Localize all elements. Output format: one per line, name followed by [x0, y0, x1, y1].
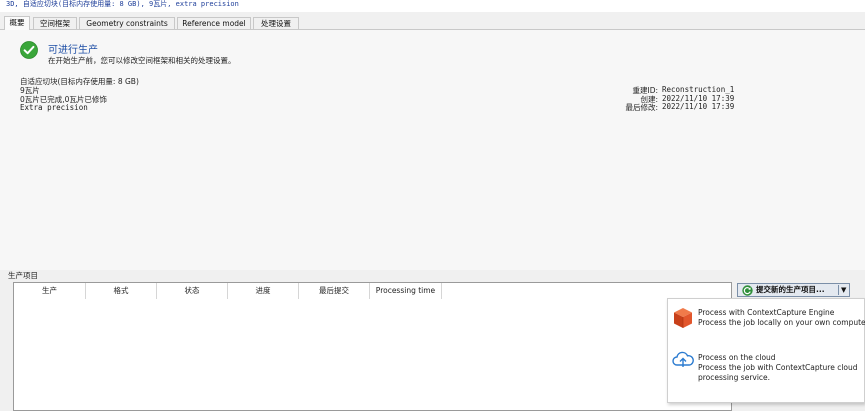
- menu-item-process-engine[interactable]: Process with ContextCapture Engine Proce…: [668, 299, 865, 347]
- tab-geometry-constraints[interactable]: Geometry constraints: [79, 17, 175, 29]
- tab-overview[interactable]: 概要: [4, 16, 30, 30]
- last-modified-value: 2022/11/10 17:39: [662, 102, 735, 111]
- tab-processing-settings[interactable]: 处理设置: [253, 17, 299, 29]
- submit-options-menu: Process with ContextCapture Engine Proce…: [667, 298, 865, 403]
- column-processing-time[interactable]: Processing time: [370, 283, 442, 299]
- cloud-upload-icon: [672, 351, 694, 367]
- tab-spatial-framework[interactable]: 空间框架: [33, 17, 77, 29]
- overview-panel: [0, 30, 865, 270]
- submit-button-label: 提交新的生产项目...: [756, 285, 825, 294]
- tab-reference-model[interactable]: Reference model: [177, 17, 251, 29]
- cube-icon: [674, 308, 692, 328]
- productions-section-label: 生产项目: [8, 271, 38, 280]
- triangle-down-icon[interactable]: ▼: [841, 284, 846, 296]
- last-modified-label: 最后修改:: [625, 103, 658, 112]
- column-status[interactable]: 状态: [157, 283, 228, 299]
- menu-item-title: Process with ContextCapture Engine: [698, 308, 835, 317]
- submit-new-production-button[interactable]: 提交新的生产项目... ▼: [737, 283, 850, 297]
- reconstruction-id-value: Reconstruction_1: [662, 85, 735, 94]
- menu-item-subtitle: Process the job locally on your own comp…: [698, 318, 865, 327]
- menu-item-process-cloud[interactable]: Process on the cloud Process the job wit…: [668, 347, 864, 402]
- status-title: 可进行生产: [48, 45, 98, 56]
- column-last-submitted[interactable]: 最后提交: [299, 283, 370, 299]
- menu-item-subtitle-cont: processing service.: [698, 373, 771, 382]
- menu-item-title: Process on the cloud: [698, 353, 776, 362]
- menu-item-subtitle: Process the job with ContextCapture clou…: [698, 363, 858, 372]
- tab-bar: 概要 空间框架 Geometry constraints Reference m…: [0, 15, 865, 30]
- reconstruction-summary: 3D, 自适应切块(目标内存使用量: 8 GB), 9瓦片, extra pre…: [0, 0, 865, 12]
- button-separator: [838, 285, 839, 295]
- precision-info: Extra precision: [20, 103, 88, 112]
- column-progress[interactable]: 进度: [228, 283, 299, 299]
- column-format[interactable]: 格式: [86, 283, 157, 299]
- check-circle-icon: [20, 41, 38, 59]
- productions-table-header: 生产 格式 状态 进度 最后提交 Processing time: [14, 283, 731, 299]
- refresh-icon: [742, 285, 753, 296]
- column-production[interactable]: 生产: [14, 283, 86, 299]
- productions-table[interactable]: 生产 格式 状态 进度 最后提交 Processing time: [13, 282, 732, 411]
- status-description: 在开始生产前，您可以修改空间框架和相关的处理设置。: [48, 56, 236, 65]
